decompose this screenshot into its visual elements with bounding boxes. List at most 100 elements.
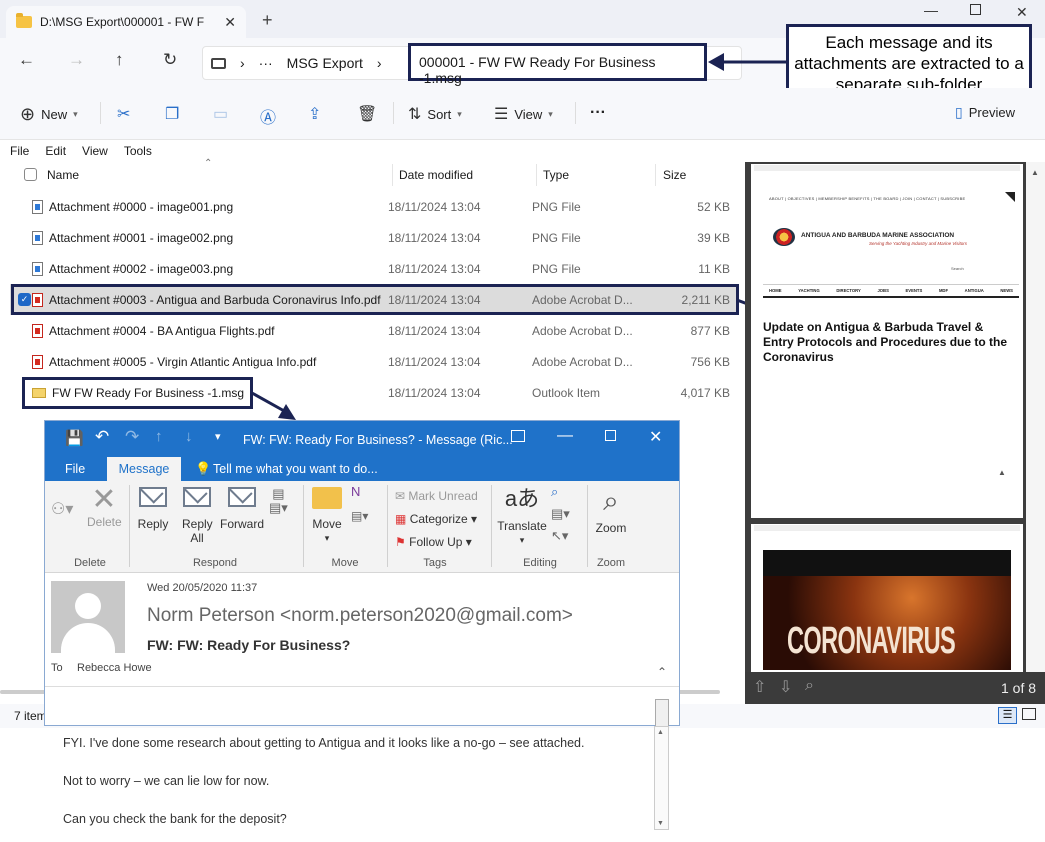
paste-button[interactable]: ▭ — [213, 104, 228, 124]
chevron-right-icon: › — [240, 55, 245, 71]
outlook-message-window[interactable]: 💾 ↶ ↷ ↑ ↓ ▾ FW: FW: Ready For Business? … — [44, 420, 680, 727]
column-name[interactable]: Name — [47, 168, 79, 182]
ribbon-display-icon[interactable] — [511, 430, 525, 442]
maximize-button[interactable] — [605, 430, 616, 441]
up-arrow-icon[interactable]: ↑ — [155, 428, 163, 445]
avatar-body — [61, 623, 115, 653]
mark-unread-button[interactable]: ✉ Mark Unread — [395, 489, 478, 503]
breadcrumb-ellipsis[interactable]: ··· — [259, 55, 273, 71]
file-type: PNG File — [532, 199, 581, 214]
move-button[interactable]: Move ▾ — [307, 487, 347, 545]
delete-button[interactable]: ✕ Delete — [87, 485, 122, 530]
share-button[interactable]: ⇪ — [308, 104, 321, 124]
scroll-down-arrow[interactable]: ▼ — [657, 820, 664, 827]
explorer-tab[interactable]: D:\MSG Export\000001 - FW F ✕ — [6, 6, 246, 38]
delete-button[interactable]: 🗑 — [357, 104, 377, 124]
refresh-button[interactable]: ↻ — [163, 50, 177, 70]
file-row[interactable]: Attachment #0004 - BA Antigua Flights.pd… — [10, 315, 738, 346]
sort-button[interactable]: ⇅ Sort ▾ — [408, 104, 462, 124]
body-scrollbar[interactable] — [655, 699, 669, 727]
body-paragraph: FYI. I've done some research about getti… — [63, 736, 585, 750]
tiles-view-button[interactable] — [1022, 708, 1036, 720]
menu-view[interactable]: View — [82, 144, 108, 158]
find-icon[interactable]: ⌕ — [551, 485, 558, 499]
up-button[interactable]: ↑ — [115, 50, 124, 70]
actions-icon[interactable]: ▤▾ — [351, 509, 368, 523]
categorize-button[interactable]: ▦ Categorize ▾ — [395, 512, 477, 526]
nav-item: NEWS — [1000, 288, 1013, 293]
preview-pane[interactable]: ABOUT | OBJECTIVES | MEMBERSHIP BENEFITS… — [745, 162, 1045, 704]
follow-up-button[interactable]: ⚑ Follow Up ▾ — [395, 535, 472, 549]
new-tab-button[interactable]: + — [262, 10, 273, 31]
collapse-header-icon[interactable]: ⌃ — [657, 665, 667, 679]
prev-page-icon[interactable]: ⇧ — [753, 677, 766, 697]
more-options-button[interactable]: ··· — [590, 104, 606, 122]
menu-file[interactable]: File — [10, 144, 29, 158]
file-row[interactable]: Attachment #0000 - image001.png 18/11/20… — [10, 191, 738, 222]
tab-file[interactable]: File — [65, 462, 85, 476]
file-type: Adobe Acrobat D... — [532, 323, 633, 338]
select-icon[interactable]: ↖▾ — [551, 529, 568, 543]
reply-button[interactable]: Reply — [135, 487, 171, 531]
back-button[interactable]: ← — [18, 50, 35, 70]
more-respond-icon[interactable]: ▤ ▤▾ — [269, 487, 288, 515]
forward-button[interactable]: Forward — [219, 487, 265, 531]
quick-access-dropdown-icon[interactable]: ▾ — [215, 430, 221, 443]
sort-label: Sort — [427, 106, 452, 122]
forward-button[interactable]: → — [68, 50, 85, 70]
preview-scrollbar[interactable] — [1026, 162, 1045, 672]
minimize-button[interactable]: — — [924, 2, 938, 18]
reply-all-button[interactable]: Reply All — [177, 487, 217, 545]
maximize-button[interactable] — [970, 4, 981, 15]
close-tab-icon[interactable]: ✕ — [224, 14, 236, 31]
translate-button[interactable]: aあ Translate ▾ — [497, 485, 547, 547]
sender[interactable]: Norm Peterson <norm.peterson2020@gmail.c… — [147, 605, 573, 627]
related-icon[interactable]: ▤▾ — [551, 507, 570, 521]
close-window-button[interactable]: ✕ — [1016, 4, 1028, 21]
divider — [575, 102, 576, 124]
file-name: Attachment #0001 - image002.png — [49, 230, 234, 245]
onenote-icon[interactable]: N — [351, 485, 360, 499]
outlook-titlebar: 💾 ↶ ↷ ↑ ↓ ▾ FW: FW: Ready For Business? … — [45, 421, 679, 457]
down-arrow-icon[interactable]: ↓ — [185, 428, 193, 445]
scroll-up-arrow[interactable]: ▲ — [657, 729, 664, 736]
zoom-button[interactable]: ⌕ Zoom — [591, 485, 631, 535]
ribbon: ⚇▾ ✕ Delete Reply Reply All Forward ▤ ▤▾ … — [45, 481, 679, 573]
to-recipient[interactable]: Rebecca Howe — [77, 662, 152, 674]
tell-me-input[interactable]: Tell me what you want to do... — [213, 462, 378, 476]
minimize-button[interactable]: — — [557, 427, 573, 445]
file-type: PNG File — [532, 230, 581, 245]
details-view-button[interactable]: ☰ — [998, 707, 1017, 724]
close-button[interactable]: ✕ — [649, 427, 662, 447]
menu-tools[interactable]: Tools — [124, 144, 152, 158]
file-date: 18/11/2024 13:04 — [388, 354, 481, 369]
zoom-page-icon[interactable]: ⌕ — [805, 677, 814, 695]
column-date[interactable]: Date modified — [399, 168, 473, 182]
redo-icon[interactable]: ↷ — [125, 427, 139, 447]
cut-button[interactable]: ✂ — [117, 104, 130, 124]
file-row[interactable]: Attachment #0002 - image003.png 18/11/20… — [10, 253, 738, 284]
ignore-icon[interactable]: ⚇▾ — [51, 502, 73, 518]
scroll-up-arrow[interactable]: ▲ — [1031, 168, 1039, 177]
save-icon[interactable]: 💾 — [65, 429, 84, 447]
view-button[interactable]: ☰ View ▾ — [494, 104, 553, 124]
reply-all-label: Reply All — [182, 517, 213, 545]
next-page-icon[interactable]: ⇩ — [779, 677, 792, 697]
flag-icon: ⚑ — [395, 535, 406, 549]
column-type[interactable]: Type — [543, 168, 569, 182]
file-date: 18/11/2024 13:04 — [388, 261, 481, 276]
menu-edit[interactable]: Edit — [45, 144, 66, 158]
file-row[interactable]: Attachment #0001 - image002.png 18/11/20… — [10, 222, 738, 253]
new-button[interactable]: ⊕ New ▾ — [20, 104, 78, 125]
copy-button[interactable]: ❐ — [165, 104, 179, 124]
column-size[interactable]: Size — [663, 168, 686, 182]
rename-button[interactable]: Ⓐ — [260, 104, 276, 128]
preview-pane-button[interactable]: ▯ Preview — [955, 104, 1015, 121]
select-all-checkbox[interactable] — [24, 168, 37, 181]
breadcrumb-parent[interactable]: MSG Export — [287, 55, 363, 71]
file-row[interactable]: Attachment #0005 - Virgin Atlantic Antig… — [10, 346, 738, 377]
tab-message[interactable]: Message — [107, 457, 181, 481]
undo-icon[interactable]: ↶ — [95, 427, 109, 447]
breadcrumb-current[interactable]: 000001 - FW FW Ready For Business -1.msg — [408, 43, 707, 86]
body-scrollbar-track[interactable]: ▲ ▼ — [654, 726, 669, 830]
